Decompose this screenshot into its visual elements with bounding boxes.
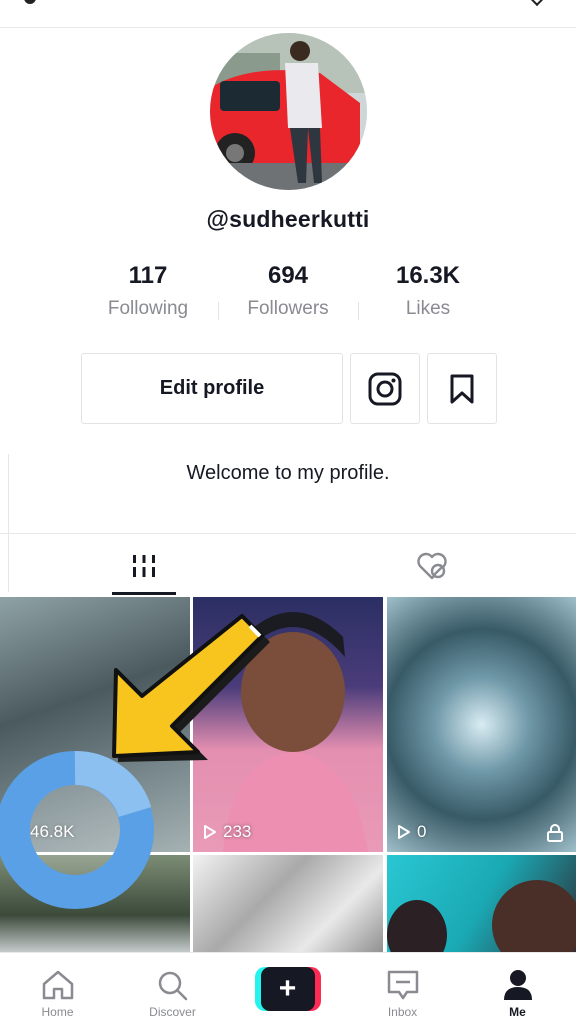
profile-stats: 117 Following 694 Followers 16.3K Likes	[78, 262, 498, 332]
video-thumbnail[interactable]	[387, 855, 576, 955]
nav-me-label: Me	[509, 1005, 526, 1019]
tab-videos[interactable]	[0, 534, 288, 597]
bookmark-icon	[450, 374, 474, 403]
play-icon	[11, 825, 23, 839]
nav-me[interactable]: Me	[460, 953, 575, 1024]
nav-home-label: Home	[41, 1005, 74, 1019]
nav-discover[interactable]: Discover	[115, 953, 230, 1024]
instagram-button[interactable]	[350, 353, 420, 424]
likes-count: 16.3K	[395, 262, 461, 289]
tab-liked[interactable]	[288, 534, 576, 597]
videos-grid-icon	[133, 554, 155, 577]
username: @sudheerkutti	[206, 206, 370, 232]
nav-inbox-label: Inbox	[387, 1005, 418, 1019]
avatar[interactable]	[210, 33, 367, 190]
view-count-text: 0	[417, 822, 427, 841]
lock-icon	[547, 824, 563, 842]
create-plus-icon: +	[260, 967, 315, 1011]
back-icon[interactable]	[24, 0, 36, 4]
create-button[interactable]: +	[254, 967, 321, 1011]
following-label: Following	[107, 298, 189, 319]
nav-inbox[interactable]: Inbox	[345, 953, 460, 1024]
thumbnail-image	[387, 880, 576, 955]
followers-count: 694	[267, 262, 309, 289]
nav-home[interactable]: Home	[0, 953, 115, 1024]
nav-discover-label: Discover	[149, 1005, 196, 1019]
followers-label: Followers	[247, 298, 329, 319]
play-icon	[398, 825, 410, 839]
following-count: 117	[128, 262, 168, 289]
bookmark-button[interactable]	[427, 353, 497, 424]
video-thumbnail[interactable]: 0	[387, 597, 576, 852]
search-icon	[158, 971, 187, 1001]
nav-create[interactable]: +	[230, 953, 345, 1024]
inbox-icon	[387, 970, 418, 1000]
active-tab-indicator	[112, 592, 176, 595]
profile-photo-icon	[210, 33, 367, 190]
view-count-text: 233	[223, 822, 252, 841]
stat-followers[interactable]: 694 Followers	[218, 262, 358, 332]
view-count: 46.8K	[10, 822, 74, 842]
likes-label: Likes	[405, 298, 451, 319]
view-count: 0	[397, 822, 426, 842]
home-icon	[42, 970, 73, 1000]
menu-icon[interactable]	[529, 0, 545, 7]
profile-bio: Welcome to my profile.	[186, 462, 390, 484]
stat-following[interactable]: 117 Following	[78, 262, 218, 332]
content-tabs	[0, 533, 576, 596]
liked-heart-icon	[417, 552, 447, 579]
profile-icon	[503, 970, 532, 1000]
video-thumbnail[interactable]	[193, 855, 383, 955]
video-thumbnail[interactable]	[0, 855, 190, 955]
play-icon	[204, 825, 216, 839]
view-count: 233	[203, 822, 251, 842]
stat-likes[interactable]: 16.3K Likes	[358, 262, 498, 332]
pointer-arrow-icon	[112, 614, 270, 762]
view-count-text: 46.8K	[30, 822, 75, 841]
edit-profile-button[interactable]: Edit profile	[81, 353, 343, 424]
bottom-navigation: Home Discover + Inbox Me	[0, 952, 576, 1024]
status-header	[0, 0, 576, 28]
instagram-icon	[368, 372, 402, 405]
